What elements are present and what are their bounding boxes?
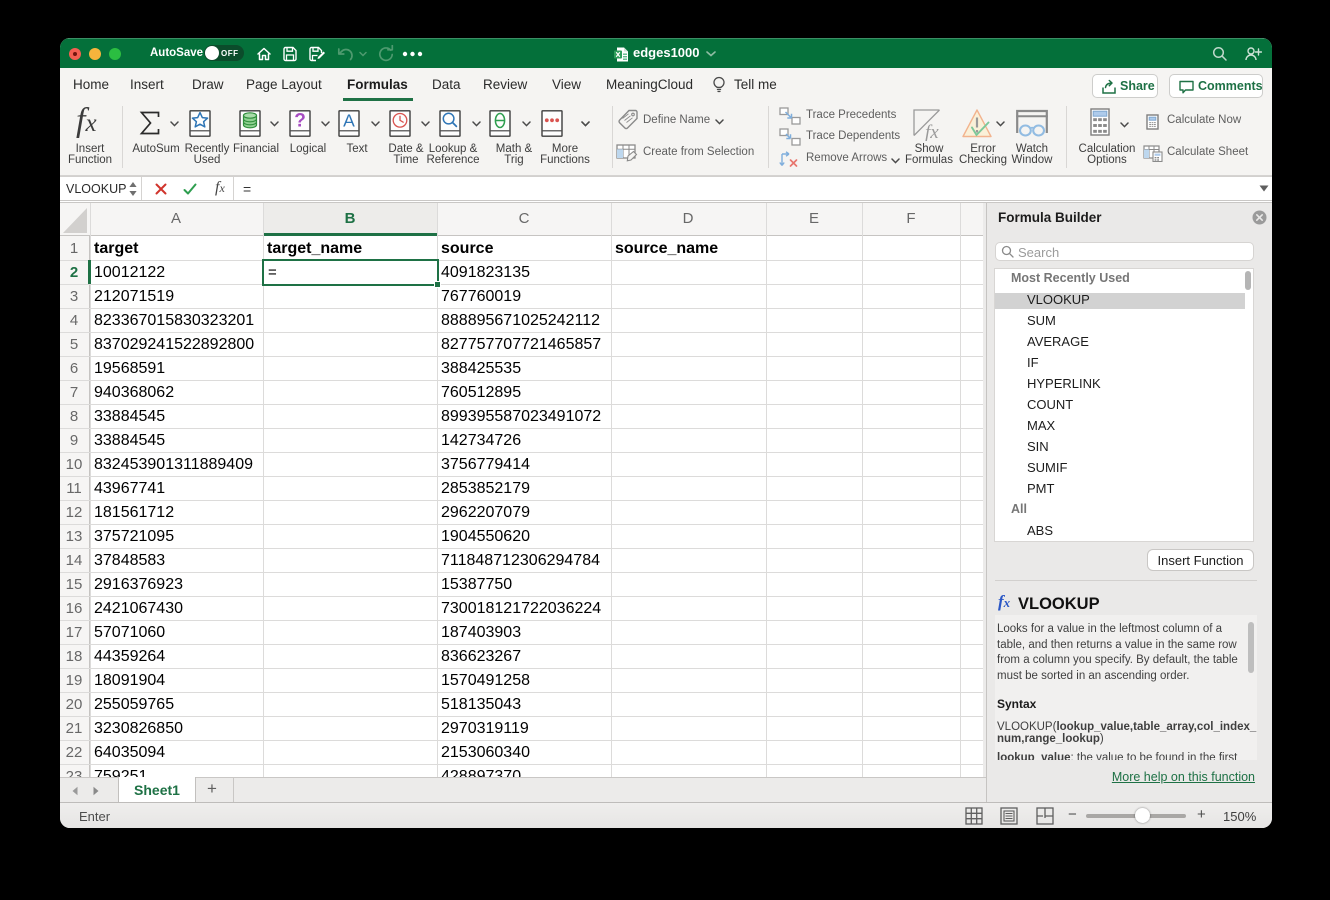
- svg-text:fx: fx: [925, 122, 939, 141]
- svg-text:?: ?: [294, 111, 306, 132]
- svg-text:A: A: [343, 111, 355, 131]
